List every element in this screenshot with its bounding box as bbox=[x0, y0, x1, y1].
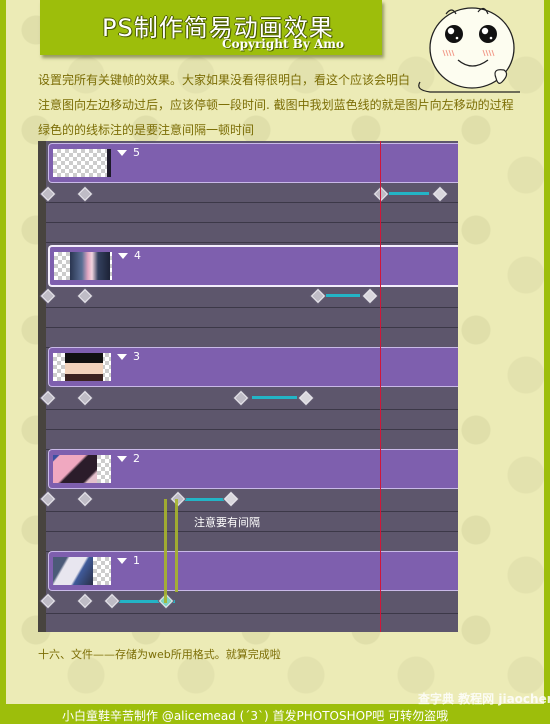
gap-marker-line bbox=[175, 499, 178, 592]
frame-2[interactable]: 2 bbox=[46, 447, 458, 552]
animation-timeline-panel: 5 4 3 2 1 注意要有间隔 bbox=[38, 141, 458, 632]
frame-bar[interactable]: 5 bbox=[48, 143, 458, 183]
frame-thumbnail bbox=[53, 455, 111, 483]
frame-bar-selected[interactable]: 4 bbox=[48, 245, 458, 287]
frame-menu-triangle-icon[interactable] bbox=[117, 354, 127, 360]
playhead-line[interactable] bbox=[380, 141, 381, 632]
footer-credit: 小白童鞋辛苦制作 @alicemead (ˊ3ˋ) 首发PHOTOSHOP吧 可… bbox=[62, 709, 449, 723]
title-banner: PS制作简易动画效果 Copyright By Amo bbox=[40, 0, 382, 55]
frame-number: 1 bbox=[133, 554, 140, 567]
frame-menu-triangle-icon[interactable] bbox=[117, 558, 127, 564]
intro-line-2: 注意图向左边移动过后，应该停顿一段时间. 截图中我划蓝色线的就是图片向左移动的过… bbox=[38, 98, 514, 112]
mascot-illustration bbox=[418, 7, 520, 93]
intro-line-3: 绿色的的线标注的是要注意间隔一顿时间 bbox=[38, 123, 255, 137]
motion-line bbox=[389, 192, 429, 195]
footer-bar: 小白童鞋辛苦制作 @alicemead (ˊ3ˋ) 首发PHOTOSHOP吧 可… bbox=[0, 704, 550, 724]
frame-thumbnail bbox=[53, 353, 111, 381]
frame-number: 3 bbox=[133, 350, 140, 363]
timeline-left-strip bbox=[38, 141, 46, 632]
banner-subtitle: Copyright By Amo bbox=[222, 37, 344, 51]
frame-number: 2 bbox=[133, 452, 140, 465]
frame-menu-triangle-icon[interactable] bbox=[117, 150, 127, 156]
motion-line bbox=[252, 396, 297, 399]
step-instruction: 十六、文件——存储为web所用格式。就算完成啦 bbox=[38, 648, 281, 661]
gap-annotation: 注意要有间隔 bbox=[194, 516, 260, 529]
frame-menu-triangle-icon[interactable] bbox=[117, 456, 127, 462]
intro-line-1: 设置完所有关键帧的效果。大家如果没看得很明白，看这个应该会明白 bbox=[38, 73, 411, 87]
frame-bar[interactable]: 2 bbox=[48, 449, 458, 489]
frame-bar[interactable]: 3 bbox=[48, 347, 458, 387]
frame-1[interactable]: 1 bbox=[46, 549, 458, 632]
frame-menu-triangle-icon[interactable] bbox=[118, 253, 128, 259]
frame-4[interactable]: 4 bbox=[46, 243, 458, 348]
frame-thumbnail bbox=[53, 557, 111, 585]
frame-number: 4 bbox=[134, 249, 141, 262]
frame-bar[interactable]: 1 bbox=[48, 551, 458, 591]
frame-thumbnail bbox=[53, 149, 111, 177]
gap-marker-line bbox=[164, 499, 167, 603]
site-watermark: 查字典 教程网 jiaocheng.chazidian.com bbox=[418, 692, 550, 706]
motion-line bbox=[326, 294, 360, 297]
frame-number: 5 bbox=[133, 146, 140, 159]
frame-thumbnail bbox=[54, 252, 112, 280]
